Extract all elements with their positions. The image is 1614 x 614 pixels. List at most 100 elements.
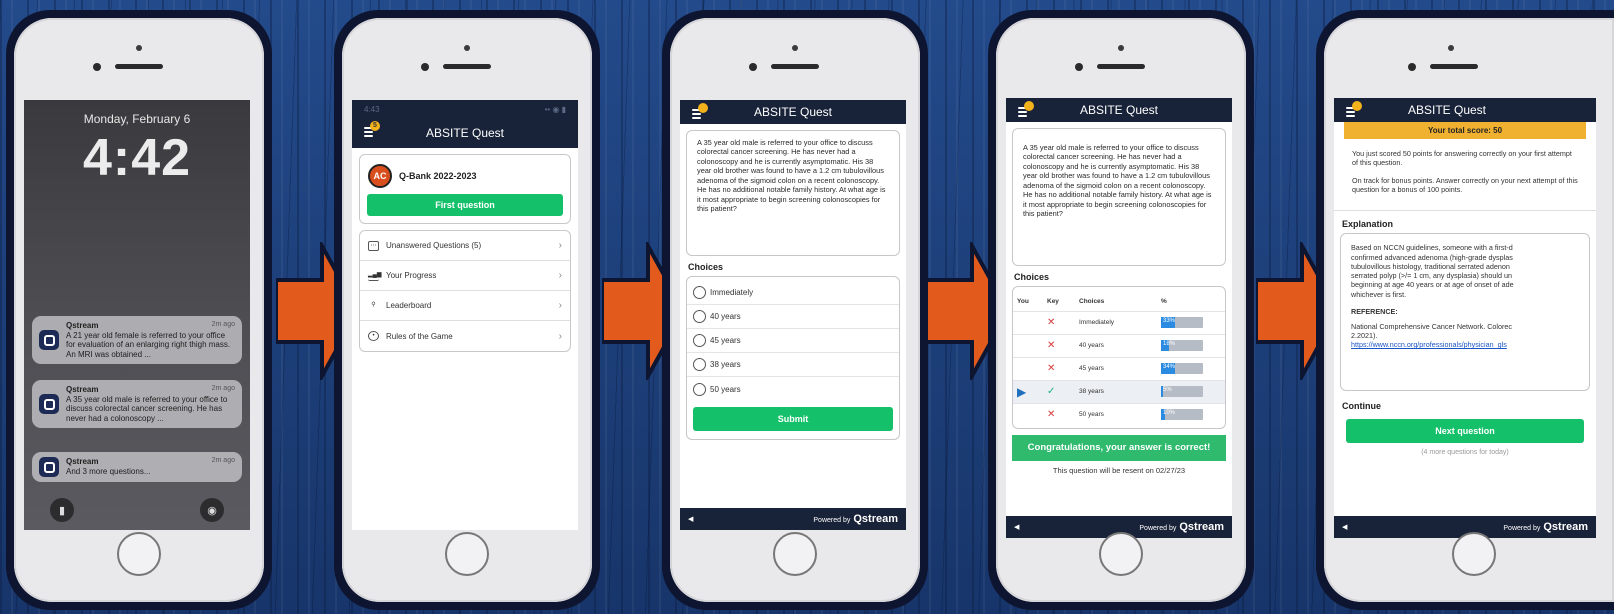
choice-label: 50 years bbox=[1075, 402, 1157, 426]
cross-icon: ✕ bbox=[1043, 356, 1075, 380]
choice-label: 38 years bbox=[710, 360, 741, 369]
radio-button[interactable] bbox=[693, 310, 706, 323]
header-title: ABSITE Quest bbox=[1407, 103, 1487, 117]
coins-icon[interactable] bbox=[692, 103, 708, 119]
choices-label: Choices bbox=[1014, 272, 1050, 282]
choices-box: Immediately 40 years 45 years 38 years 5… bbox=[686, 276, 900, 440]
choice-option[interactable]: 45 years bbox=[687, 329, 899, 353]
status-time: 4:43 bbox=[364, 105, 380, 114]
col-pct: % bbox=[1161, 298, 1167, 306]
explanation-box: Based on NCCN guidelines, someone with a… bbox=[1340, 233, 1590, 392]
radio-button[interactable] bbox=[693, 286, 706, 299]
home-button[interactable] bbox=[1452, 532, 1496, 576]
score-banner: Your total score: 50 bbox=[1344, 122, 1586, 139]
empty-cell bbox=[1013, 402, 1043, 426]
notification-text: And 3 more questions... bbox=[66, 466, 151, 476]
menu-item-unanswered[interactable]: ⋯ Unanswered Questions (5) › bbox=[360, 231, 570, 261]
choice-label: 38 years bbox=[1075, 379, 1157, 403]
resent-notice: This question will be resent on 02/27/23 bbox=[1052, 466, 1186, 475]
notification[interactable]: Qstream 2m ago And 3 more questions... bbox=[32, 452, 242, 482]
flashlight-icon[interactable]: ▮ bbox=[50, 498, 74, 522]
percent-bar: 34% bbox=[1161, 363, 1203, 374]
continue-label: Continue bbox=[1342, 401, 1381, 412]
notification-time: 2m ago bbox=[211, 385, 235, 392]
camera-icon[interactable]: ◉ bbox=[200, 498, 224, 522]
coin-count: 5 bbox=[370, 121, 380, 131]
next-question-button[interactable]: Next question bbox=[1346, 419, 1584, 444]
qbank-title: Q-Bank 2022-2023 bbox=[399, 171, 477, 181]
notification[interactable]: Qstream 2m ago A 35 year old male is ref… bbox=[32, 380, 242, 429]
coins-icon[interactable] bbox=[1346, 101, 1362, 117]
correct-banner: Congratulations, your answer is correct! bbox=[1012, 435, 1226, 461]
coins-icon[interactable] bbox=[1018, 101, 1034, 117]
result-row: ✕ 40 years 18% bbox=[1013, 333, 1225, 357]
radio-button[interactable] bbox=[693, 334, 706, 347]
coins-icon[interactable]: 5 bbox=[364, 121, 380, 137]
submit-button[interactable]: Submit bbox=[693, 407, 893, 431]
choice-option[interactable]: 40 years bbox=[687, 305, 899, 329]
lock-screen: Monday, February 6 4:42 Qstream 2m ago A… bbox=[24, 100, 250, 530]
choice-option[interactable]: 38 years bbox=[687, 353, 899, 377]
bonus-message: On track for bonus points. Answer correc… bbox=[1352, 175, 1578, 195]
back-icon[interactable]: ◀ bbox=[1014, 523, 1019, 531]
explanation-line: Based on NCCN guidelines, someone with a… bbox=[1351, 243, 1513, 253]
phone-question-screen: ABSITE Quest A 35 year old male is refer… bbox=[662, 10, 928, 610]
menu-item-leaderboard[interactable]: ⚲ Leaderboard › bbox=[360, 291, 570, 321]
result-row: ✕ 50 years 10% bbox=[1013, 402, 1225, 426]
notification[interactable]: Qstream 2m ago A 21 year old female is r… bbox=[32, 316, 242, 365]
reference-line: National Comprehensive Cancer Network. C… bbox=[1351, 321, 1512, 331]
percent-bar: 18% bbox=[1161, 340, 1203, 351]
help-icon: • bbox=[368, 331, 379, 341]
menu-item-label: Leaderboard bbox=[386, 301, 432, 310]
back-icon[interactable]: ◀ bbox=[688, 515, 693, 523]
radio-button[interactable] bbox=[693, 358, 706, 371]
percent-label: 5% bbox=[1163, 387, 1172, 393]
home-button[interactable] bbox=[117, 532, 161, 576]
radio-button[interactable] bbox=[693, 382, 706, 396]
qstream-brand: Qstream bbox=[853, 513, 898, 525]
choice-label: 40 years bbox=[1075, 333, 1157, 357]
back-icon[interactable]: ◀ bbox=[1342, 523, 1347, 531]
choice-option[interactable]: Immediately bbox=[687, 281, 899, 305]
percent-label: 18% bbox=[1163, 341, 1176, 347]
app-header: ABSITE Quest bbox=[680, 100, 906, 124]
empty-cell bbox=[1013, 310, 1043, 334]
check-icon: ✓ bbox=[1043, 379, 1075, 403]
cross-icon: ✕ bbox=[1043, 333, 1075, 357]
percent-bar: 33% bbox=[1161, 317, 1203, 328]
header-title: ABSITE Quest bbox=[753, 105, 833, 119]
explanation-line: whichever is first. bbox=[1351, 289, 1407, 299]
home-button[interactable] bbox=[773, 532, 817, 576]
menu-screen: 4:43 •• ◉ ▮ 5 ABSITE Quest AC Q-Bank 2022-… bbox=[352, 100, 578, 530]
results-table: You Key Choices % ✕ Immediately 33% ✕ 40 yea… bbox=[1013, 293, 1225, 426]
percent-label: 10% bbox=[1163, 410, 1176, 417]
choice-label: Immediately bbox=[1075, 310, 1157, 334]
choice-label: 45 years bbox=[710, 336, 741, 345]
your-answer-icon: ▶ bbox=[1013, 379, 1043, 403]
result-row: ✕ Immediately 33% bbox=[1013, 310, 1225, 334]
choice-label: 40 years bbox=[710, 312, 741, 321]
percent-bar: 5% bbox=[1161, 386, 1203, 397]
question-text: A 35 year old male is referred to your o… bbox=[686, 130, 900, 256]
lock-time: 4:42 bbox=[82, 129, 192, 187]
home-button[interactable] bbox=[445, 532, 489, 576]
menu-item-progress[interactable]: ▂▄▆ Your Progress › bbox=[360, 261, 570, 291]
menu-item-rules[interactable]: • Rules of the Game › bbox=[360, 321, 570, 351]
reference-link[interactable]: https://www.nccn.org/professionals/physi… bbox=[1351, 340, 1507, 349]
powered-by: Powered by bbox=[813, 517, 851, 524]
qstream-app-icon bbox=[39, 457, 59, 477]
app-header: ABSITE Quest bbox=[1334, 98, 1596, 122]
choice-option[interactable]: 50 years bbox=[687, 377, 899, 401]
notification-time: 2m ago bbox=[211, 457, 235, 464]
first-question-button[interactable]: First question bbox=[367, 194, 563, 216]
question-screen: ABSITE Quest A 35 year old male is refer… bbox=[680, 100, 906, 530]
col-you: You bbox=[1017, 298, 1029, 306]
phone-lock-screen: Monday, February 6 4:42 Qstream 2m ago A… bbox=[6, 10, 272, 610]
phone-menu-screen: 4:43 •• ◉ ▮ 5 ABSITE Quest AC Q-Bank 2022-… bbox=[334, 10, 600, 610]
notification-time: 2m ago bbox=[211, 321, 235, 328]
choice-label: 50 years bbox=[710, 384, 741, 394]
home-button[interactable] bbox=[1099, 532, 1143, 576]
score-message: You just scored 50 points for answering … bbox=[1352, 149, 1572, 168]
phone-explanation-screen: ABSITE Quest Your total score: 50 You ju… bbox=[1316, 10, 1614, 610]
qstream-app-icon bbox=[39, 330, 59, 351]
